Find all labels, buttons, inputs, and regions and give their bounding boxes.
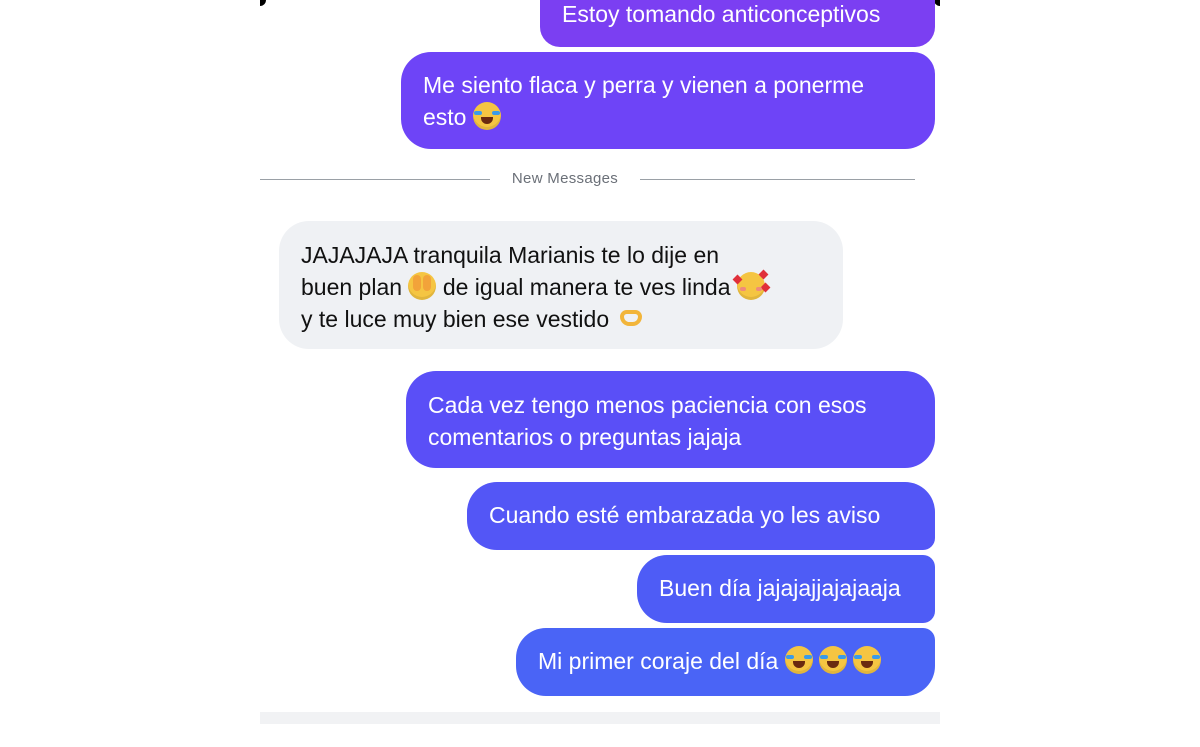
message-text: JAJAJAJA tranquila Marianis te lo dije e… <box>301 242 720 268</box>
new-messages-divider-line <box>260 179 490 180</box>
message-text: comentarios o preguntas jajaja <box>428 424 742 450</box>
message-text: Me siento flaca y perra y vienen a poner… <box>423 72 865 98</box>
message-bubble-incoming[interactable]: JAJAJAJA tranquila Marianis te lo dije e… <box>279 221 843 349</box>
message-bubble-outgoing[interactable]: Me siento flaca y perra y vienen a poner… <box>401 52 935 149</box>
message-text: Mi primer coraje del día <box>538 648 779 674</box>
new-messages-divider-label: New Messages <box>511 170 619 187</box>
message-text: esto <box>423 104 467 130</box>
face-with-tears-of-joy-icon <box>853 646 882 674</box>
message-bubble-outgoing[interactable]: Mi primer coraje del día <box>516 628 935 696</box>
message-bubble-outgoing[interactable]: Buen día jajajajjajajaaja <box>637 555 935 623</box>
message-text: Buen día jajajajjajajaaja <box>659 575 901 601</box>
page-bottom-margin <box>0 724 1200 747</box>
smiling-face-with-hearts-icon <box>732 269 771 300</box>
next-message-bubble-edge <box>260 712 940 724</box>
message-text: y te luce muy bien ese vestido <box>301 306 610 332</box>
new-messages-divider-line <box>640 179 915 180</box>
message-bubble-outgoing[interactable]: Estoy tomando anticonceptivos <box>540 0 935 47</box>
heart-hands-icon <box>616 304 646 332</box>
message-bubble-outgoing[interactable]: Cuando esté embarazada yo les aviso <box>467 482 935 550</box>
corner-decoration <box>260 0 266 6</box>
face-with-hand-over-mouth-icon <box>408 272 437 300</box>
face-with-tears-of-joy-icon <box>472 102 501 130</box>
face-with-tears-of-joy-icon <box>784 646 813 674</box>
message-text: Cada vez tengo menos paciencia con esos <box>428 392 867 418</box>
message-text: buen plan <box>301 274 403 300</box>
message-text: Cuando esté embarazada yo les aviso <box>489 502 881 528</box>
message-text: de igual manera te ves linda <box>442 274 731 300</box>
message-text: Estoy tomando anticonceptivos <box>562 1 881 27</box>
message-bubble-outgoing[interactable]: Cada vez tengo menos paciencia con esos … <box>406 371 935 468</box>
face-with-tears-of-joy-icon <box>819 646 848 674</box>
